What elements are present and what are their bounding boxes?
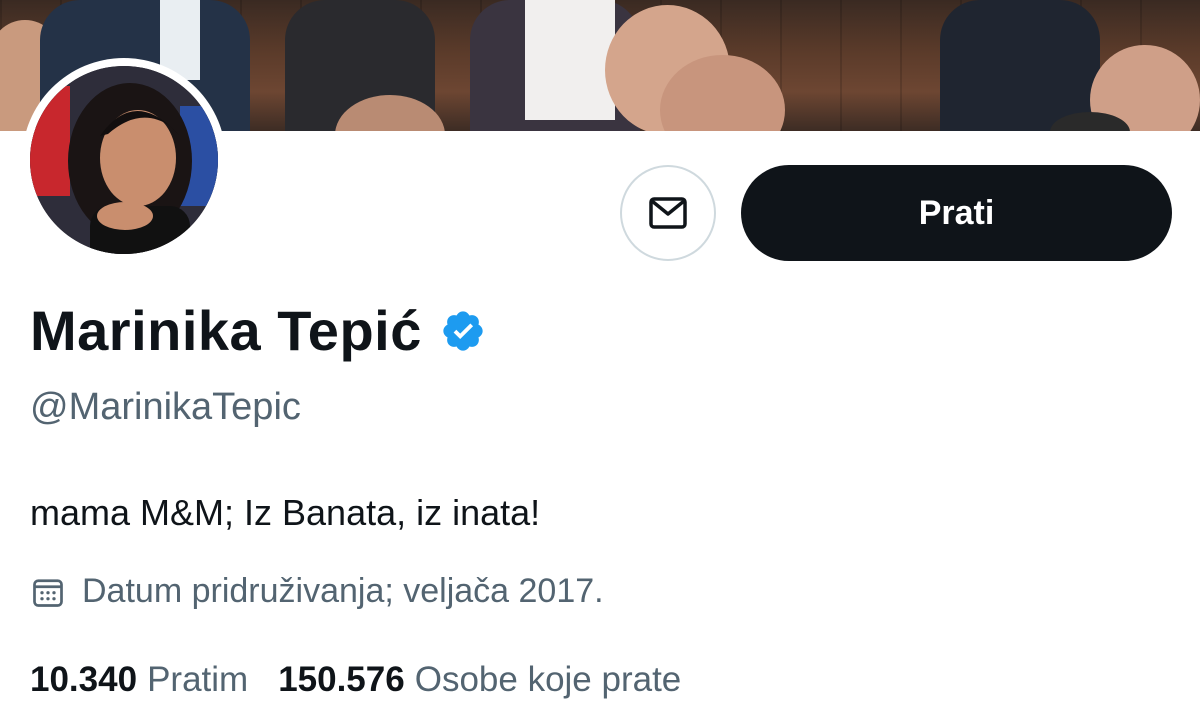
message-button[interactable] bbox=[620, 165, 716, 261]
envelope-icon bbox=[649, 197, 687, 229]
banner-figure bbox=[940, 0, 1100, 131]
follow-button-label: Prati bbox=[918, 193, 995, 232]
following-label: Pratim bbox=[147, 660, 249, 699]
profile-avatar[interactable] bbox=[22, 58, 226, 262]
profile-stats: 10.340 Pratim 150.576 Osobe koje prate bbox=[30, 660, 681, 700]
joined-date-text: Datum pridruživanja; veljača 2017. bbox=[82, 572, 604, 610]
followers-stat[interactable]: 150.576 Osobe koje prate bbox=[278, 660, 681, 700]
follow-button[interactable]: Prati bbox=[741, 165, 1172, 261]
followers-label: Osobe koje prate bbox=[414, 660, 682, 699]
profile-bio: mama M&M; Iz Banata, iz inata! bbox=[30, 492, 541, 533]
avatar-photo bbox=[30, 66, 218, 254]
followers-count: 150.576 bbox=[278, 660, 405, 699]
banner-figure bbox=[525, 0, 615, 120]
verified-badge-icon[interactable] bbox=[440, 308, 486, 354]
joined-date-row: Datum pridruživanja; veljača 2017. bbox=[30, 572, 604, 611]
profile-handle: @MarinikaTepic bbox=[30, 386, 301, 428]
avatar-portrait bbox=[30, 66, 218, 254]
profile-name-row: Marinika Tepić bbox=[30, 298, 486, 363]
following-stat[interactable]: 10.340 Pratim bbox=[30, 660, 248, 700]
following-count: 10.340 bbox=[30, 660, 138, 699]
display-name: Marinika Tepić bbox=[30, 299, 422, 362]
calendar-icon bbox=[33, 578, 63, 607]
